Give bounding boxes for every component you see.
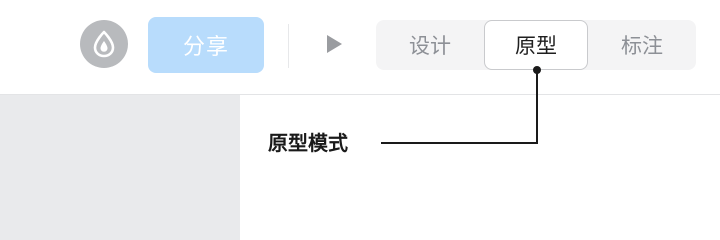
toolbar-divider: [288, 24, 289, 68]
app-window: 分享 设计 原型 标注 原型模式: [0, 0, 720, 240]
tab-prototype[interactable]: 原型: [484, 20, 588, 70]
left-sidebar: [0, 95, 240, 240]
share-button[interactable]: 分享: [148, 17, 264, 73]
tab-design[interactable]: 设计: [376, 20, 484, 70]
play-button[interactable]: [318, 28, 350, 60]
logo-button[interactable]: [80, 20, 128, 68]
mode-switcher: 设计 原型 标注: [376, 20, 696, 70]
main-canvas: [240, 95, 720, 240]
play-icon: [327, 35, 342, 53]
top-toolbar: 分享 设计 原型 标注: [0, 0, 720, 95]
callout-label: 原型模式: [268, 131, 348, 155]
tab-annotation[interactable]: 标注: [588, 20, 696, 70]
droplet-logo-icon: [93, 30, 115, 58]
